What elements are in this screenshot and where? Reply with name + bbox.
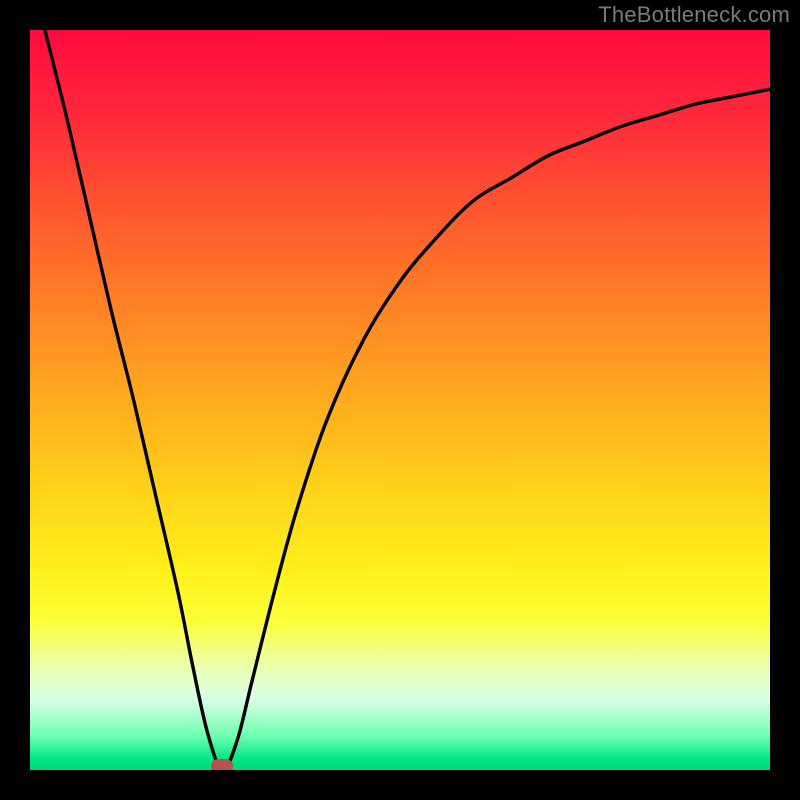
plot-area bbox=[30, 30, 770, 770]
chart-stage: TheBottleneck.com bbox=[0, 0, 800, 800]
minimum-marker bbox=[211, 759, 233, 770]
watermark-text: TheBottleneck.com bbox=[598, 2, 790, 28]
curve-layer bbox=[30, 30, 770, 770]
bottleneck-curve bbox=[45, 30, 770, 770]
